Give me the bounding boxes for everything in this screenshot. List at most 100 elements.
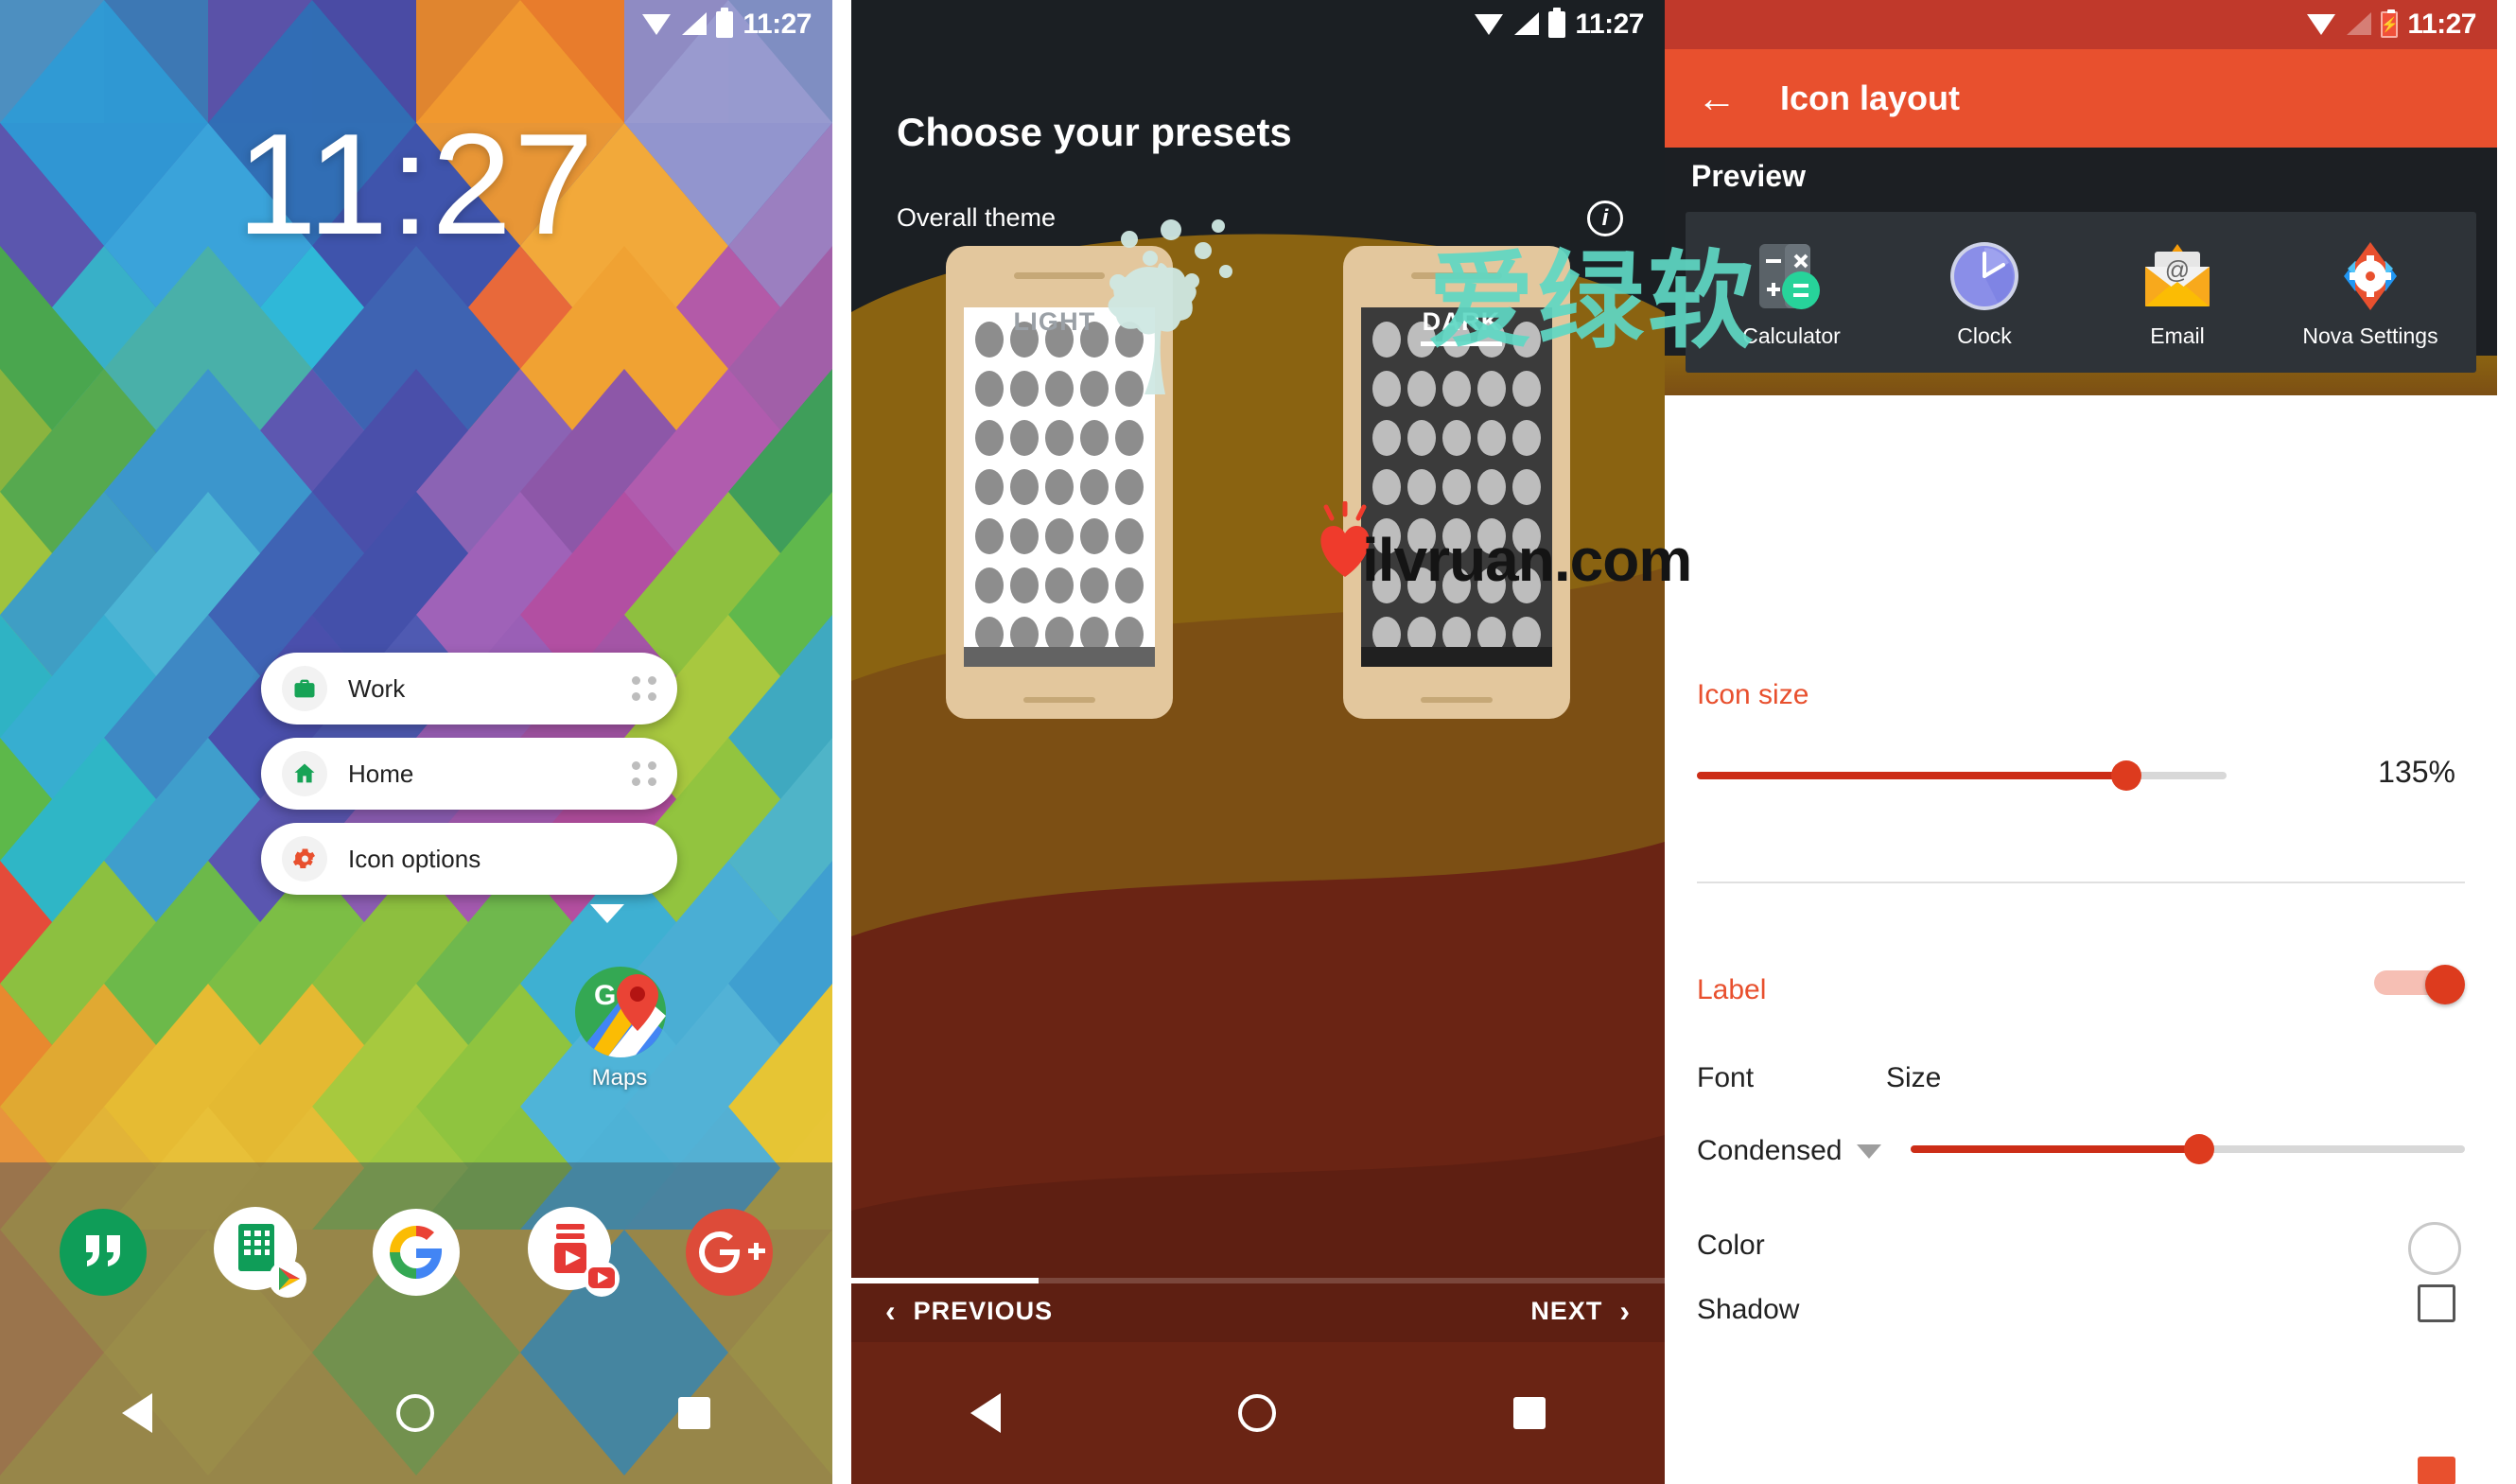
preview-app-nova-settings[interactable]: Nova Settings xyxy=(2299,236,2441,349)
theme-tabs: LIGHT DARK xyxy=(851,307,1665,346)
calculator-icon xyxy=(1752,236,1831,316)
status-time: 11:27 xyxy=(1575,9,1644,40)
info-icon[interactable]: i xyxy=(1587,201,1623,236)
page-title: Choose your presets xyxy=(897,110,1292,154)
dock-icon-google[interactable] xyxy=(365,1201,467,1303)
preview-section: Preview Calculator Clock @ Email Nova Se… xyxy=(1665,148,2497,395)
color-swatch[interactable] xyxy=(2408,1222,2461,1275)
app-label-maps: Maps xyxy=(591,1065,648,1091)
tab-light[interactable]: LIGHT xyxy=(851,307,1258,346)
screenshot-stage: 11:27 11:27 Work Home Icon options G Map… xyxy=(0,0,2516,1484)
shadow-checkbox[interactable] xyxy=(2418,1284,2455,1322)
font-family-value: Condensed xyxy=(1697,1135,1843,1166)
system-navigation-bar xyxy=(0,1342,832,1484)
label-size-slider[interactable] xyxy=(1911,1134,2465,1164)
next-button[interactable]: NEXT › xyxy=(1530,1294,1631,1329)
font-family-dropdown[interactable]: Condensed xyxy=(1697,1135,1882,1167)
preview-app-calculator[interactable]: Calculator xyxy=(1721,236,1862,349)
setting-shadow: Shadow xyxy=(1665,1294,2497,1326)
preview-app-label: Email xyxy=(2150,323,2205,348)
icon-size-slider-thumb[interactable] xyxy=(2110,760,2141,791)
wifi-icon xyxy=(1475,12,1504,37)
back-icon[interactable] xyxy=(122,1393,152,1433)
chevron-down-icon xyxy=(1857,1144,1882,1159)
back-icon[interactable] xyxy=(970,1393,1001,1433)
app-icon-maps[interactable]: G xyxy=(575,967,666,1057)
dock-icon-google-plus[interactable] xyxy=(678,1201,780,1303)
page-title: Icon layout xyxy=(1780,79,1961,117)
label-size-slider-fill xyxy=(1911,1145,2199,1153)
preview-app-label: Nova Settings xyxy=(2302,323,2438,348)
preview-app-email[interactable]: @ Email xyxy=(2106,236,2248,349)
preview-card: Calculator Clock @ Email Nova Settings xyxy=(1686,212,2476,373)
battery-icon xyxy=(1548,8,1566,38)
shortcut-item-home[interactable]: Home xyxy=(261,738,677,810)
clock-icon xyxy=(1945,236,2024,316)
icon-size-slider[interactable] xyxy=(1697,760,2227,791)
shortcut-item-work[interactable]: Work xyxy=(261,653,677,725)
panel-separator xyxy=(832,0,851,1484)
preview-app-label: Calculator xyxy=(1742,323,1841,348)
signal-icon xyxy=(1512,12,1540,37)
toggle-knob xyxy=(2425,965,2465,1004)
chevron-left-icon: ‹ xyxy=(885,1293,897,1328)
label-size-slider-thumb[interactable] xyxy=(2183,1134,2214,1164)
svg-text:@: @ xyxy=(2165,255,2190,284)
shortcut-label: Icon options xyxy=(348,844,481,873)
status-bar-content: 11:27 xyxy=(1665,0,2497,49)
svg-text:G: G xyxy=(594,980,616,1011)
dock-icon-hangouts[interactable] xyxy=(52,1201,154,1303)
label-toggle-label: Label xyxy=(1697,974,1767,1005)
wifi-icon xyxy=(2307,12,2336,37)
shortcut-label: Work xyxy=(348,673,406,703)
home-icon[interactable] xyxy=(396,1394,434,1432)
label-toggle-switch[interactable] xyxy=(2374,965,2465,1004)
popup-tail xyxy=(590,904,624,923)
battery-charging-icon xyxy=(2381,9,2399,38)
icon-size-label: Icon size xyxy=(1697,679,1809,710)
preview-app-label: Clock xyxy=(1957,323,2012,348)
dock-icon-sheets[interactable] xyxy=(208,1201,310,1303)
setting-label-toggle: Label xyxy=(1665,974,2497,1006)
status-bar: 11:27 xyxy=(851,0,1665,49)
email-icon: @ xyxy=(2138,236,2217,316)
drag-handle-icon[interactable] xyxy=(632,676,656,701)
preview-heading: Preview xyxy=(1691,159,1806,193)
setting-color: Color xyxy=(1665,1230,2497,1262)
chevron-right-icon: › xyxy=(1619,1293,1631,1328)
panel-choose-presets: 11:27 Choose your presets Overall theme … xyxy=(851,0,1665,1484)
shortcut-label: Home xyxy=(348,759,414,788)
icon-size-slider-fill xyxy=(1697,772,2126,779)
size-header: Size xyxy=(1886,1062,1942,1093)
status-bar: 11:27 xyxy=(0,0,832,49)
shortcut-item-icon-options[interactable]: Icon options xyxy=(261,823,677,895)
dock-icon-play-music[interactable] xyxy=(522,1201,624,1303)
app-bar: ← Icon layout xyxy=(1665,49,2497,148)
setting-icon-size: Icon size xyxy=(1665,679,2497,711)
status-time: 11:27 xyxy=(2407,9,2476,40)
panel-home-screen: 11:27 11:27 Work Home Icon options G Map… xyxy=(0,0,832,1484)
drag-handle-icon[interactable] xyxy=(632,761,656,786)
status-time: 11:27 xyxy=(743,9,812,40)
house-icon xyxy=(282,751,327,796)
previous-button[interactable]: ‹ PREVIOUS xyxy=(885,1294,1053,1329)
color-label: Color xyxy=(1697,1230,1765,1261)
dock xyxy=(0,1162,832,1342)
preview-app-clock[interactable]: Clock xyxy=(1913,236,2055,349)
home-icon[interactable] xyxy=(1237,1394,1276,1432)
recents-icon[interactable] xyxy=(1513,1397,1546,1429)
divider xyxy=(1697,882,2465,883)
font-header: Font xyxy=(1697,1062,1755,1093)
font-size-headers: Font Size xyxy=(1665,1062,2497,1094)
recents-icon[interactable] xyxy=(678,1397,710,1429)
signal-icon xyxy=(680,12,708,37)
single-line-checkbox[interactable] xyxy=(2418,1457,2455,1484)
tab-dark[interactable]: DARK xyxy=(1258,307,1665,346)
icon-size-value: 135% xyxy=(2378,755,2455,789)
previous-label: PREVIOUS xyxy=(913,1296,1054,1325)
shortcut-popup: Work Home Icon options xyxy=(261,653,677,923)
battery-icon xyxy=(716,8,734,38)
wizard-navigation: ‹ PREVIOUS NEXT › xyxy=(851,1282,1665,1340)
wifi-icon xyxy=(642,12,672,37)
arrow-left-icon[interactable]: ← xyxy=(1697,79,1737,118)
